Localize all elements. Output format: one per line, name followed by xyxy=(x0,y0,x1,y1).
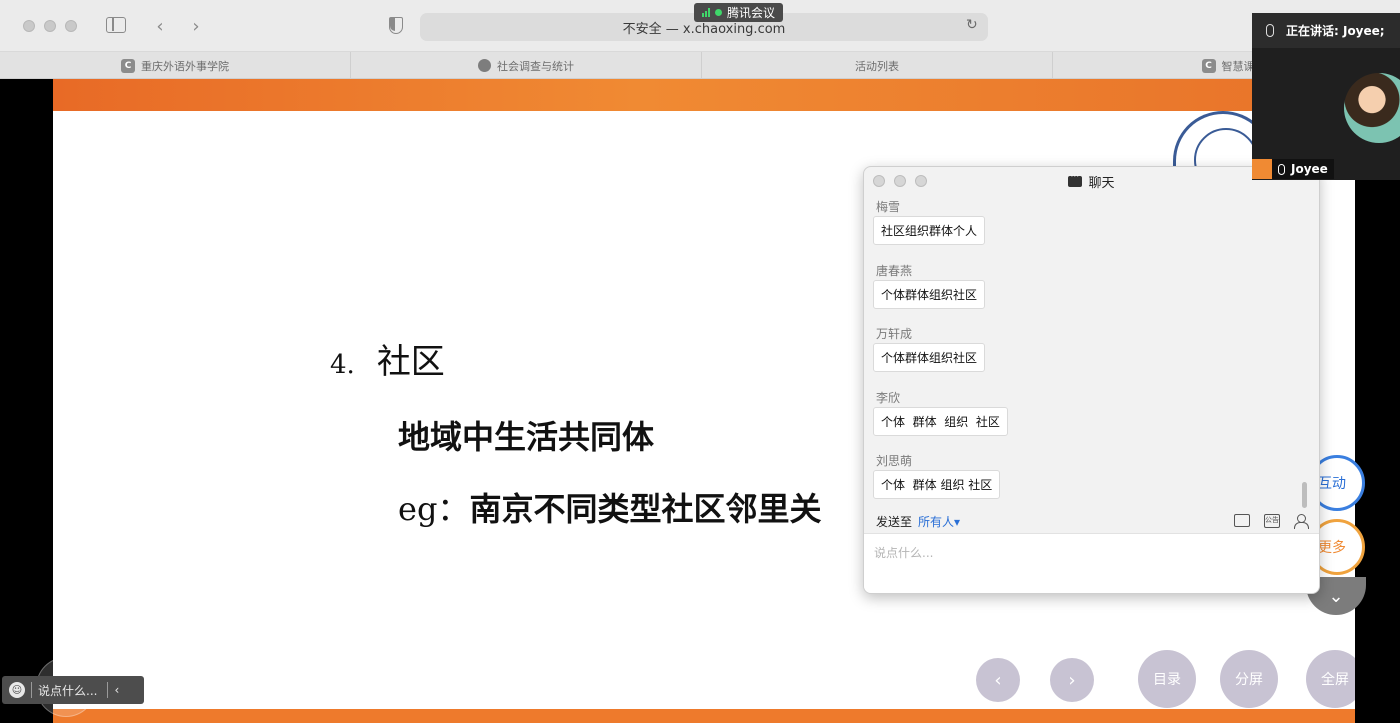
tab-label: 智慧课 xyxy=(1221,59,1255,73)
chat-message: 李欣 个体 群体 组织 社区 xyxy=(873,389,1008,436)
slide-heading-number: 4. xyxy=(330,350,355,380)
chat-message: 刘思萌 个体 群体 组织 社区 xyxy=(873,452,1001,499)
slide-heading-text: 社区 xyxy=(376,342,445,382)
avatar xyxy=(1344,73,1400,143)
compose-tools: 公告 xyxy=(1234,514,1309,529)
tab-favicon-icon: C xyxy=(1201,58,1216,73)
tab-social-survey[interactable]: 社会调查与统计 xyxy=(351,52,702,79)
participant-icon xyxy=(1252,159,1272,179)
message-sender: 唐春燕 xyxy=(876,264,913,278)
send-to-dropdown[interactable]: 所有人▾ xyxy=(918,513,960,530)
divider xyxy=(31,682,32,698)
example-prefix: eg： xyxy=(398,490,470,528)
microphone-icon[interactable] xyxy=(1266,24,1274,37)
tab-bar: C 重庆外语外事学院 社会调查与统计 活动列表 C 智慧课 xyxy=(0,52,1400,79)
chat-window: 聊天 梅雪 社区组织群体个人 唐春燕 个体群体组织社区 万轩成 个体群体组织社区… xyxy=(863,166,1320,594)
prev-slide-button[interactable]: ‹ xyxy=(976,658,1020,702)
danmaku-input-bar[interactable]: ☺ 说点什么... ‹ xyxy=(2,676,144,704)
user-icon[interactable] xyxy=(1294,514,1309,529)
send-target-bar: 发送至 所有人▾ 公告 xyxy=(864,510,1319,532)
participant-name-tag: Joyee xyxy=(1252,159,1334,179)
catalog-button[interactable]: 目录 xyxy=(1138,650,1196,708)
example-text: 南京不同类型社区邻里关 xyxy=(469,490,822,528)
divider xyxy=(107,682,109,698)
slide-line-example: eg：南京不同类型社区邻里关 xyxy=(398,484,821,530)
signal-icon xyxy=(702,8,710,17)
message-sender: 李欣 xyxy=(876,391,901,405)
chat-title: 聊天 xyxy=(1088,175,1115,191)
tab-label: 活动列表 xyxy=(855,59,899,73)
slide-heading: 4. 社区 xyxy=(330,334,445,383)
message-bubble: 个体群体组织社区 xyxy=(873,280,986,309)
microphone-icon xyxy=(1278,163,1285,175)
video-panel: 正在讲话: Joyee; Joyee xyxy=(1252,13,1400,180)
notice-icon[interactable]: 公告 xyxy=(1264,514,1280,528)
privacy-shield-icon[interactable] xyxy=(389,17,403,34)
message-sender: 刘思萌 xyxy=(876,454,913,468)
window-close-button[interactable] xyxy=(23,20,35,32)
slide-footer-band xyxy=(53,709,1355,723)
message-sender: 梅雪 xyxy=(876,200,901,214)
message-bubble: 社区组织群体个人 xyxy=(873,216,986,245)
sidebar-toggle-icon[interactable] xyxy=(106,17,126,33)
globe-icon xyxy=(478,59,491,72)
message-bubble: 个体 群体 组织 社区 xyxy=(873,407,1008,436)
folder-icon[interactable] xyxy=(1234,514,1250,527)
tab-label: 重庆外语外事学院 xyxy=(141,59,229,73)
tab-favicon-icon: C xyxy=(121,58,135,73)
danmaku-collapse-icon[interactable]: ‹ xyxy=(114,683,119,697)
chat-message: 万轩成 个体群体组织社区 xyxy=(873,325,986,372)
browser-toolbar: ‹ › 不安全 — x.chaoxing.com ↻ 腾讯会议 xyxy=(0,0,1400,52)
chat-input[interactable]: 说点什么... xyxy=(864,533,1319,593)
tab-cisisu[interactable]: C 重庆外语外事学院 xyxy=(0,52,351,79)
danmaku-placeholder[interactable]: 说点什么... xyxy=(38,682,97,699)
message-bubble: 个体群体组织社区 xyxy=(873,343,986,372)
chat-bubble-icon xyxy=(1068,172,1083,187)
slide-header-band xyxy=(53,79,1355,111)
recording-dot-icon xyxy=(715,9,722,16)
back-icon[interactable]: ‹ xyxy=(150,14,170,38)
forward-icon[interactable]: › xyxy=(186,14,206,38)
fullscreen-button[interactable]: 全屏 xyxy=(1306,650,1355,708)
speaker-bar: 正在讲话: Joyee; xyxy=(1252,13,1400,48)
split-screen-button[interactable]: 分屏 xyxy=(1220,650,1278,708)
send-to-label: 发送至 xyxy=(876,514,913,529)
meeting-badge[interactable]: 腾讯会议 xyxy=(694,3,784,22)
chat-title-bar: 聊天 xyxy=(864,167,1319,195)
tab-activity-list[interactable]: 活动列表 xyxy=(702,52,1053,79)
window-zoom-button[interactable] xyxy=(65,20,77,32)
emoji-icon[interactable]: ☺ xyxy=(9,682,25,698)
speaking-label: 正在讲话: Joyee; xyxy=(1286,24,1385,38)
participant-name: Joyee xyxy=(1291,162,1328,176)
chat-message: 唐春燕 个体群体组织社区 xyxy=(873,262,986,309)
window-minimize-button[interactable] xyxy=(44,20,56,32)
meeting-badge-label: 腾讯会议 xyxy=(727,6,776,20)
reload-icon[interactable]: ↻ xyxy=(966,17,978,33)
chat-message: 梅雪 社区组织群体个人 xyxy=(873,198,986,245)
next-slide-button[interactable]: › xyxy=(1050,658,1094,702)
message-bubble: 个体 群体 组织 社区 xyxy=(873,470,1001,499)
chat-message-list[interactable]: 梅雪 社区组织群体个人 唐春燕 个体群体组织社区 万轩成 个体群体组织社区 李欣… xyxy=(864,195,1319,509)
message-sender: 万轩成 xyxy=(876,327,913,341)
slide-line-definition: 地域中生活共同体 xyxy=(398,418,655,456)
tab-label: 社会调查与统计 xyxy=(497,59,574,73)
chat-scrollbar[interactable] xyxy=(1302,482,1307,508)
